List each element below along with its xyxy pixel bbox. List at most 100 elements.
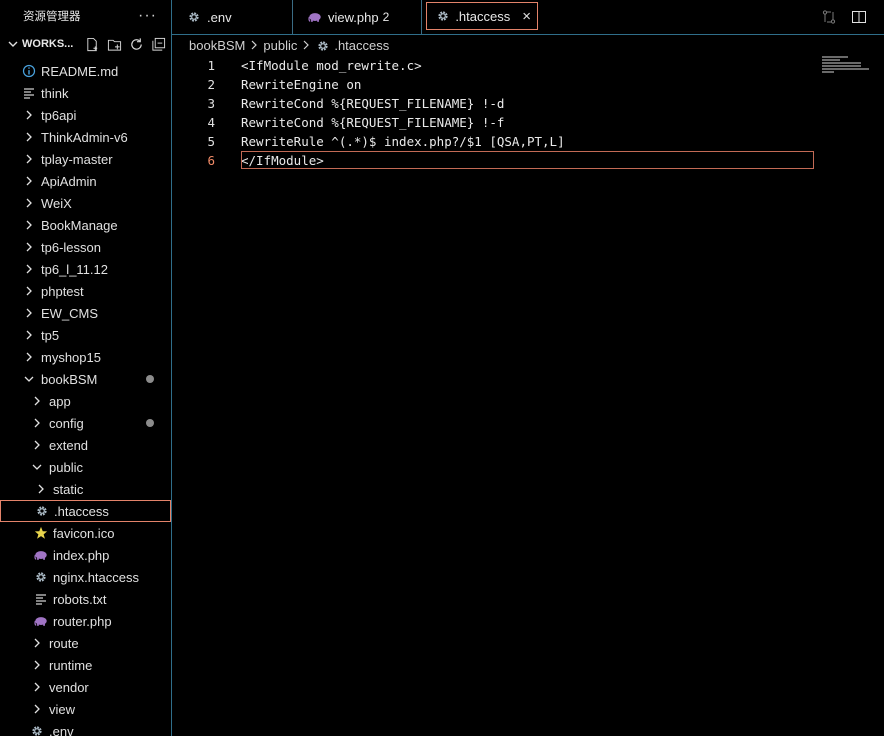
chevron-right-icon xyxy=(21,239,37,255)
editor-tabs: .env view.php 2 .htaccess × xyxy=(172,0,884,34)
folder-item[interactable]: ApiAdmin xyxy=(0,170,171,192)
folder-item[interactable]: config xyxy=(0,412,171,434)
tree-item-label: route xyxy=(49,635,79,651)
modified-dot xyxy=(146,375,154,383)
folder-item[interactable]: runtime xyxy=(0,654,171,676)
folder-item[interactable]: vendor xyxy=(0,676,171,698)
breadcrumb-segment[interactable]: public xyxy=(263,38,297,53)
folder-item[interactable]: app xyxy=(0,390,171,412)
folder-item[interactable]: tplay-master xyxy=(0,148,171,170)
folder-item[interactable]: extend xyxy=(0,434,171,456)
breadcrumb-segment[interactable]: .htaccess xyxy=(315,38,389,54)
explorer-sidebar: 资源管理器 ··· WORKS... README.md think tp6api T… xyxy=(0,0,172,736)
tree-item-label: ApiAdmin xyxy=(41,173,97,189)
code-line[interactable]: 5 RewriteRule ^(.*)$ index.php?/$1 [QSA,P… xyxy=(172,132,884,151)
breadcrumb: bookBSM public .htaccess xyxy=(189,36,389,55)
folder-item[interactable]: phptest xyxy=(0,280,171,302)
code-line[interactable]: 1 <IfModule mod_rewrite.c> xyxy=(172,56,884,75)
folder-item[interactable]: bookBSM xyxy=(0,368,171,390)
tree-item-label: favicon.ico xyxy=(53,525,115,541)
chevron-right-icon xyxy=(21,283,37,299)
new-folder-icon[interactable] xyxy=(103,34,125,54)
folder-item[interactable]: tp5 xyxy=(0,324,171,346)
line-number: 3 xyxy=(207,96,215,111)
folder-item[interactable]: route xyxy=(0,632,171,654)
chevron-right-icon xyxy=(302,38,310,53)
explorer-header: 资源管理器 ··· xyxy=(0,0,171,32)
tree-item-label: .env xyxy=(49,723,74,736)
breadcrumb-label: public xyxy=(263,38,298,53)
folder-item[interactable]: WeiX xyxy=(0,192,171,214)
chevron-right-icon xyxy=(29,679,45,695)
folder-item[interactable]: EW_CMS xyxy=(0,302,171,324)
minimap-line xyxy=(822,68,869,70)
code-text: RewriteCond %{REQUEST_FILENAME} !-f xyxy=(241,115,505,130)
chevron-down-icon xyxy=(6,39,20,49)
folder-item[interactable]: public xyxy=(0,456,171,478)
chevron-right-icon xyxy=(21,261,37,277)
tree-item-label: README.md xyxy=(41,63,119,79)
file-item[interactable]: router.php xyxy=(0,610,171,632)
breadcrumb-label: bookBSM xyxy=(189,38,246,53)
line-number: 2 xyxy=(207,77,215,92)
line-number: 4 xyxy=(207,115,215,130)
file-item[interactable]: think xyxy=(0,82,171,104)
chevron-down-icon xyxy=(21,371,37,387)
tab-label: .env xyxy=(207,9,232,25)
code-line[interactable]: 6 </IfModule> xyxy=(172,151,884,170)
tree-item-label: config xyxy=(49,415,84,431)
folder-item[interactable]: tp6-lesson xyxy=(0,236,171,258)
tree-item-label: tp5 xyxy=(41,327,60,343)
star-icon xyxy=(33,525,49,541)
split-editor-icon[interactable] xyxy=(848,6,870,28)
tab-htaccess[interactable]: .htaccess × xyxy=(426,2,538,30)
tree-item-label: view xyxy=(49,701,76,717)
tree-item-label: index.php xyxy=(53,547,110,563)
file-item[interactable]: .env xyxy=(0,720,171,736)
new-file-icon[interactable] xyxy=(81,34,103,54)
folder-item[interactable]: view xyxy=(0,698,171,720)
tree-item-label: vendor xyxy=(49,679,89,695)
info-icon xyxy=(21,63,37,79)
refresh-icon[interactable] xyxy=(125,34,147,54)
folder-item[interactable]: myshop15 xyxy=(0,346,171,368)
tree-item-label: public xyxy=(49,459,83,475)
folder-item[interactable]: ThinkAdmin-v6 xyxy=(0,126,171,148)
minimap[interactable] xyxy=(822,56,870,74)
more-actions-button[interactable]: ··· xyxy=(138,7,157,25)
chevron-right-icon xyxy=(29,415,45,431)
file-item[interactable]: README.md xyxy=(0,60,171,82)
tree-item-label: runtime xyxy=(49,657,93,673)
tab-divider xyxy=(172,34,884,35)
gear-icon xyxy=(34,503,50,519)
code-line[interactable]: 2 RewriteEngine on xyxy=(172,75,884,94)
tree-item-label: app xyxy=(49,393,71,409)
folder-item[interactable]: tp6api xyxy=(0,104,171,126)
code-line[interactable]: 3 RewriteCond %{REQUEST_FILENAME} !-d xyxy=(172,94,884,113)
folder-item[interactable]: static xyxy=(0,478,171,500)
modified-dot xyxy=(146,419,154,427)
php-elephant-icon xyxy=(307,9,323,25)
minimap-line xyxy=(822,65,861,67)
file-item[interactable]: robots.txt xyxy=(0,588,171,610)
tab-env[interactable]: .env xyxy=(172,0,293,34)
file-item[interactable]: .htaccess xyxy=(0,500,171,522)
compare-changes-icon[interactable] xyxy=(818,6,840,28)
close-tab-icon[interactable]: × xyxy=(522,8,531,25)
chevron-right-icon xyxy=(21,327,37,343)
folder-item[interactable]: BookManage xyxy=(0,214,171,236)
tab-view-php[interactable]: view.php 2 xyxy=(293,0,422,34)
minimap-line xyxy=(822,71,834,73)
code-editor[interactable]: 1 <IfModule mod_rewrite.c> 2 RewriteEngine … xyxy=(172,56,884,170)
tree-item-label: robots.txt xyxy=(53,591,107,607)
code-line[interactable]: 4 RewriteCond %{REQUEST_FILENAME} !-f xyxy=(172,113,884,132)
folder-item[interactable]: tp6_l_11.12 xyxy=(0,258,171,280)
collapse-all-icon[interactable] xyxy=(147,34,169,54)
workspace-header[interactable]: WORKS... xyxy=(0,32,171,56)
chevron-right-icon xyxy=(29,635,45,651)
file-item[interactable]: index.php xyxy=(0,544,171,566)
file-item[interactable]: favicon.ico xyxy=(0,522,171,544)
code-text: RewriteRule ^(.*)$ index.php?/$1 [QSA,PT… xyxy=(241,134,565,149)
breadcrumb-segment[interactable]: bookBSM xyxy=(189,38,245,53)
file-item[interactable]: nginx.htaccess xyxy=(0,566,171,588)
